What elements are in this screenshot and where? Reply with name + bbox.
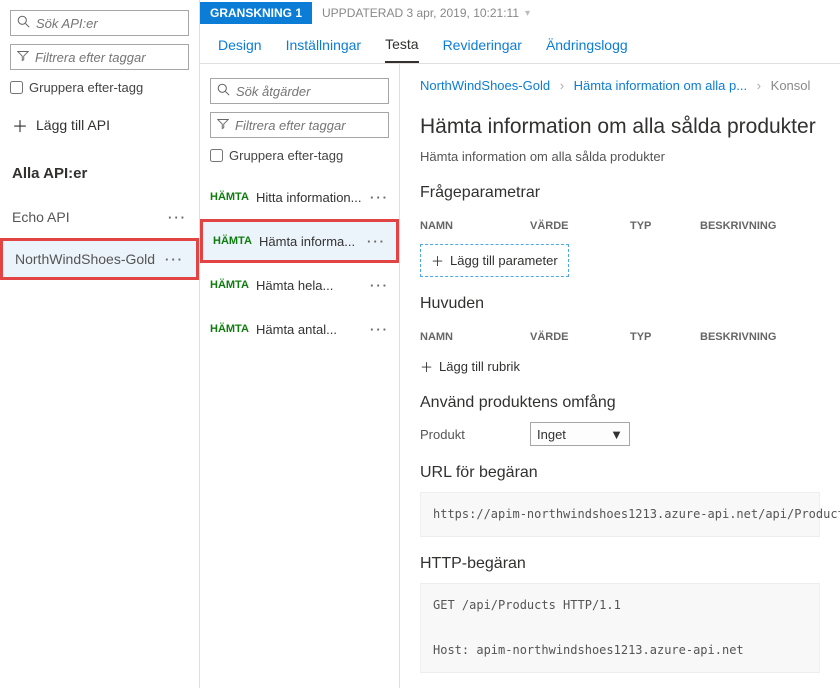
http-request-heading: HTTP-begäran (420, 555, 820, 573)
chevron-right-icon: › (757, 78, 761, 93)
operation-item[interactable]: HÄMTA Hitta information... ··· (200, 175, 399, 219)
product-scope-row: Produkt Inget ▼ (420, 422, 820, 446)
group-by-tag-checkbox[interactable] (10, 81, 23, 94)
add-api-button[interactable]: ＋ Lägg till API (12, 113, 187, 137)
product-select[interactable]: Inget ▼ (530, 422, 630, 446)
chevron-right-icon: › (560, 78, 564, 93)
api-sidebar: Gruppera efter-tagg ＋ Lägg till API Alla… (0, 0, 200, 688)
page-subtitle: Hämta information om alla sålda produkte… (420, 149, 820, 164)
main-tabs: Design Inställningar Testa Revideringar … (200, 26, 840, 64)
filter-icon (217, 118, 229, 133)
col-value: VÄRDE (530, 220, 630, 232)
col-type: TYP (630, 220, 700, 232)
tab-settings[interactable]: Inställningar (286, 26, 362, 63)
plus-icon: ＋ (420, 357, 433, 376)
more-icon[interactable]: ··· (369, 278, 389, 293)
updated-timestamp: UPPDATERAD 3 apr, 2019, 10:21:11 (322, 6, 519, 20)
detail-pane: NorthWindShoes-Gold › Hämta information … (400, 64, 840, 688)
search-icon (17, 15, 30, 31)
http-method-badge: HÄMTA (210, 191, 256, 203)
filter-ops-input[interactable] (235, 118, 382, 133)
operation-item[interactable]: HÄMTA Hämta antal... ··· (200, 307, 399, 351)
search-icon (217, 83, 230, 99)
filter-icon (17, 50, 29, 65)
product-label: Produkt (420, 427, 530, 442)
ops-group-by-tag-label: Gruppera efter-tagg (229, 148, 343, 163)
http-method-badge: HÄMTA (213, 235, 259, 247)
filter-tags-input[interactable] (35, 50, 182, 65)
tab-design[interactable]: Design (218, 26, 262, 63)
params-table-header: NAMN VÄRDE TYP BESKRIVNING (420, 212, 820, 240)
tab-changelog[interactable]: Ändringslogg (546, 26, 628, 63)
page-title: Hämta information om alla sålda produkte… (420, 115, 820, 139)
ops-group-by-tag-toggle[interactable]: Gruppera efter-tagg (210, 148, 389, 163)
group-by-tag-label: Gruppera efter-tagg (29, 80, 143, 95)
col-value: VÄRDE (530, 331, 630, 343)
add-header-label: Lägg till rubrik (439, 359, 520, 374)
group-by-tag-toggle[interactable]: Gruppera efter-tagg (10, 80, 189, 95)
api-item-northwind[interactable]: NorthWindShoes-Gold ··· (0, 238, 199, 280)
http-method-badge: HÄMTA (210, 323, 256, 335)
breadcrumb-operation[interactable]: Hämta information om alla p... (574, 78, 747, 93)
all-apis-heading: Alla API:er (12, 165, 187, 182)
headers-table-header: NAMN VÄRDE TYP BESKRIVNING (420, 323, 820, 351)
ops-group-by-tag-checkbox[interactable] (210, 149, 223, 162)
operation-label: Hämta informa... (259, 234, 362, 249)
search-ops-box[interactable] (210, 78, 389, 104)
plus-icon: ＋ (12, 113, 28, 137)
http-method-badge: HÄMTA (210, 279, 256, 291)
operation-label: Hitta information... (256, 190, 369, 205)
add-header-button[interactable]: ＋ Lägg till rubrik (420, 357, 820, 376)
chevron-down-icon: ▼ (610, 427, 623, 442)
chevron-down-icon[interactable]: ▾ (525, 8, 530, 19)
breadcrumb: NorthWindShoes-Gold › Hämta information … (420, 78, 820, 93)
plus-icon: ＋ (431, 251, 444, 270)
col-desc: BESKRIVNING (700, 331, 820, 343)
search-apis-input[interactable] (36, 16, 182, 31)
tab-revisions[interactable]: Revideringar (443, 26, 522, 63)
more-icon[interactable]: ··· (168, 210, 187, 225)
search-apis-box[interactable] (10, 10, 189, 36)
api-item-label: Echo API (12, 209, 70, 225)
filter-tags-box[interactable] (10, 44, 189, 70)
operation-label: Hämta antal... (256, 322, 369, 337)
col-type: TYP (630, 331, 700, 343)
http-request-block: GET /api/Products HTTP/1.1 Host: apim-no… (420, 583, 820, 673)
search-ops-input[interactable] (236, 84, 382, 99)
query-params-heading: Frågeparametrar (420, 184, 820, 202)
request-url-block: https://apim-northwindshoes1213.azure-ap… (420, 492, 820, 537)
product-scope-heading: Använd produktens omfång (420, 394, 820, 412)
request-url-heading: URL för begäran (420, 464, 820, 482)
breadcrumb-api[interactable]: NorthWindShoes-Gold (420, 78, 550, 93)
api-item-echo[interactable]: Echo API ··· (0, 196, 199, 238)
col-name: NAMN (420, 331, 530, 343)
more-icon[interactable]: ··· (369, 190, 389, 205)
product-select-value: Inget (537, 427, 566, 442)
headers-heading: Huvuden (420, 295, 820, 313)
col-name: NAMN (420, 220, 530, 232)
add-parameter-button[interactable]: ＋ Lägg till parameter (420, 244, 569, 277)
api-item-label: NorthWindShoes-Gold (15, 251, 155, 267)
add-parameter-label: Lägg till parameter (450, 253, 558, 268)
operation-item[interactable]: HÄMTA Hämta hela... ··· (200, 263, 399, 307)
filter-ops-box[interactable] (210, 112, 389, 138)
main-body: Gruppera efter-tagg HÄMTA Hitta informat… (200, 64, 840, 688)
tab-test[interactable]: Testa (385, 26, 418, 63)
more-icon[interactable]: ··· (369, 322, 389, 337)
revision-badge[interactable]: GRANSKNING 1 (200, 2, 312, 24)
more-icon[interactable]: ··· (165, 252, 184, 267)
main-area: GRANSKNING 1 UPPDATERAD 3 apr, 2019, 10:… (200, 0, 840, 688)
operations-column: Gruppera efter-tagg HÄMTA Hitta informat… (200, 64, 400, 688)
col-desc: BESKRIVNING (700, 220, 820, 232)
operation-label: Hämta hela... (256, 278, 369, 293)
operation-item[interactable]: HÄMTA Hämta informa... ··· (200, 219, 399, 263)
add-api-label: Lägg till API (36, 117, 110, 133)
breadcrumb-console: Konsol (771, 78, 811, 93)
more-icon[interactable]: ··· (366, 234, 386, 249)
revision-bar: GRANSKNING 1 UPPDATERAD 3 apr, 2019, 10:… (200, 0, 840, 26)
